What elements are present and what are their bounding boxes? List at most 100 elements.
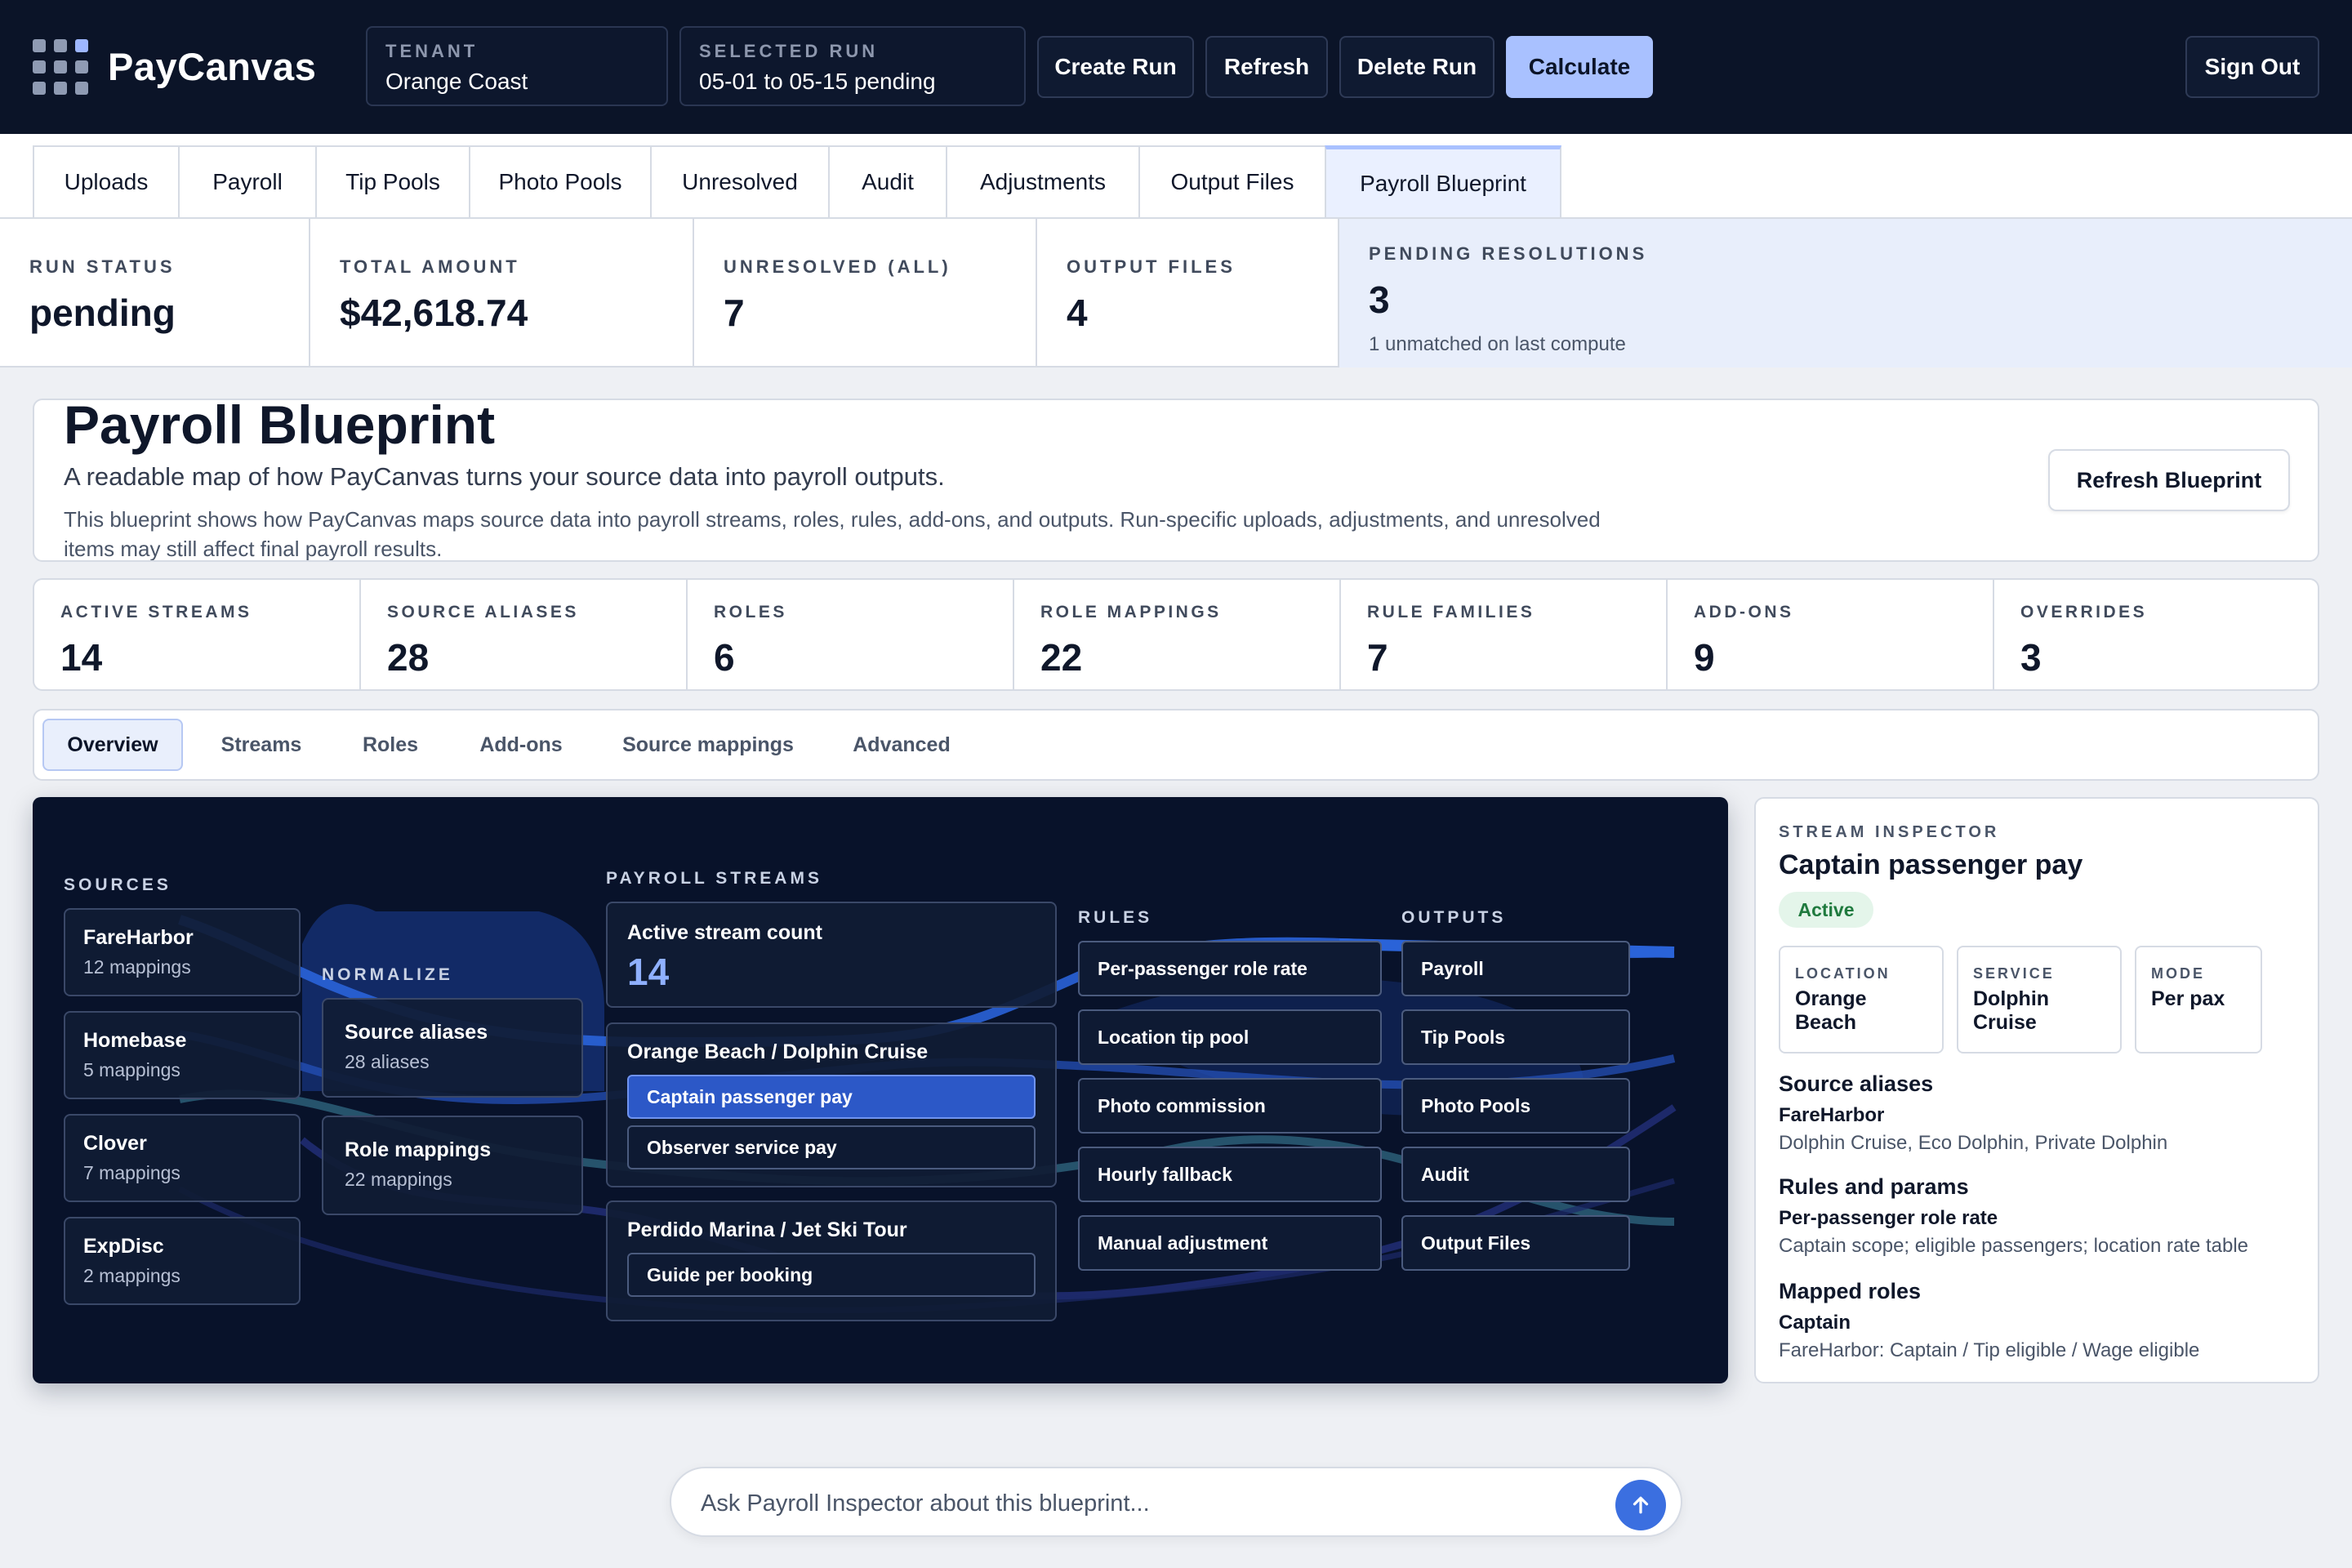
calculate-button[interactable]: Calculate: [1506, 36, 1653, 98]
stat-value: $42,618.74: [340, 292, 528, 334]
payroll-streams-header: PAYROLL STREAMS: [606, 869, 822, 888]
rule-location-tip-pool[interactable]: Location tip pool: [1078, 1009, 1382, 1065]
stream-item-captain-passenger-pay[interactable]: Captain passenger pay: [627, 1075, 1036, 1119]
normalize-node-role-mappings[interactable]: Role mappings 22 mappings: [322, 1116, 583, 1215]
page-description: This blueprint shows how PayCanvas maps …: [64, 507, 1601, 560]
refresh-blueprint-button[interactable]: Refresh Blueprint: [2048, 449, 2290, 511]
metric-value: 28: [387, 636, 430, 679]
ask-inspector-input[interactable]: [701, 1483, 1583, 1524]
normalize-detail: 22 mappings: [345, 1169, 452, 1190]
output-tip-pools[interactable]: Tip Pools: [1401, 1009, 1630, 1065]
metric-label: ADD-ONS: [1694, 603, 1794, 621]
inspector-service-card: SERVICE Dolphin Cruise: [1957, 946, 2122, 1054]
send-button[interactable]: [1615, 1480, 1666, 1530]
rules-heading: Rules and params: [1779, 1174, 1969, 1199]
subtab-add-ons[interactable]: Add-ons: [462, 719, 580, 771]
stat-value: 4: [1067, 292, 1088, 334]
alias-source: FareHarbor: [1779, 1104, 1885, 1126]
source-node-clover[interactable]: Clover 7 mappings: [64, 1114, 301, 1202]
tab-unresolved[interactable]: Unresolved: [650, 145, 830, 217]
tab-audit[interactable]: Audit: [828, 145, 947, 217]
tenant-label: TENANT: [385, 41, 479, 61]
source-detail: 5 mappings: [83, 1059, 180, 1080]
stat-pending-resolutions[interactable]: PENDING RESOLUTIONS 3 1 unmatched on las…: [1339, 219, 2352, 368]
metric-value: 14: [60, 636, 103, 679]
rule-photo-commission[interactable]: Photo commission: [1078, 1078, 1382, 1134]
tab-uploads[interactable]: Uploads: [33, 145, 180, 217]
run-selector[interactable]: SELECTED RUN 05-01 to 05-15 pending: [679, 26, 1026, 106]
subtab-roles[interactable]: Roles: [343, 719, 438, 771]
normalize-name: Role mappings: [345, 1138, 492, 1161]
tab-photo-pools[interactable]: Photo Pools: [469, 145, 652, 217]
metric-active-streams: ACTIVE STREAMS 14: [34, 578, 361, 691]
source-node-homebase[interactable]: Homebase 5 mappings: [64, 1011, 301, 1099]
card-value: Per pax: [2151, 987, 2225, 1010]
source-detail: 12 mappings: [83, 956, 191, 978]
tab-payroll-blueprint[interactable]: Payroll Blueprint: [1325, 145, 1561, 217]
run-label: SELECTED RUN: [699, 41, 879, 61]
tab-adjustments[interactable]: Adjustments: [946, 145, 1140, 217]
stream-count-value: 14: [627, 951, 670, 993]
stat-label: PENDING RESOLUTIONS: [1369, 243, 1648, 264]
metric-value: 22: [1040, 636, 1083, 679]
stat-label: UNRESOLVED (ALL): [724, 256, 951, 277]
source-node-fareharbor[interactable]: FareHarbor 12 mappings: [64, 908, 301, 996]
stat-output-files: OUTPUT FILES 4: [1037, 219, 1339, 368]
metric-rule-families: RULE FAMILIES 7: [1341, 578, 1668, 691]
app-grid-icon[interactable]: [33, 39, 88, 95]
arrow-up-icon: [1633, 1496, 1649, 1514]
stat-label: TOTAL AMOUNT: [340, 256, 520, 277]
run-value: 05-01 to 05-15 pending: [699, 69, 936, 94]
metric-overrides: OVERRIDES 3: [1994, 578, 2318, 691]
refresh-button[interactable]: Refresh: [1205, 36, 1328, 98]
normalize-detail: 28 aliases: [345, 1051, 430, 1072]
source-detail: 2 mappings: [83, 1265, 180, 1286]
output-payroll[interactable]: Payroll: [1401, 941, 1630, 996]
role-detail: FareHarbor: Captain / Tip eligible / Wag…: [1779, 1339, 2200, 1361]
output-output-files[interactable]: Output Files: [1401, 1215, 1630, 1271]
output-audit[interactable]: Audit: [1401, 1147, 1630, 1202]
tab-output-files[interactable]: Output Files: [1138, 145, 1326, 217]
aliases-heading: Source aliases: [1779, 1071, 1934, 1096]
normalize-node-source-aliases[interactable]: Source aliases 28 aliases: [322, 998, 583, 1098]
stat-value: 7: [724, 292, 745, 334]
active-stream-count-card: Active stream count 14: [606, 902, 1057, 1008]
metric-label: ROLES: [714, 603, 787, 621]
metric-value: 6: [714, 636, 735, 679]
sign-out-button[interactable]: Sign Out: [2185, 36, 2319, 98]
subtab-streams[interactable]: Streams: [204, 719, 318, 771]
stream-item-guide-per-booking[interactable]: Guide per booking: [627, 1253, 1036, 1297]
source-node-expdisc[interactable]: ExpDisc 2 mappings: [64, 1217, 301, 1305]
card-key: MODE: [2151, 965, 2205, 982]
stat-subtext: 1 unmatched on last compute: [1369, 333, 1626, 355]
rule-manual-adjustment[interactable]: Manual adjustment: [1078, 1215, 1382, 1271]
rule-params: Captain scope; eligible passengers; loca…: [1779, 1235, 2249, 1257]
card-key: SERVICE: [1973, 965, 2055, 982]
card-value: Dolphin Cruise: [1973, 987, 2050, 1034]
metric-value: 9: [1694, 636, 1715, 679]
metric-add-ons: ADD-ONS 9: [1668, 578, 1994, 691]
stream-item-observer-service-pay[interactable]: Observer service pay: [627, 1125, 1036, 1169]
tenant-selector[interactable]: TENANT Orange Coast: [366, 26, 668, 106]
delete-run-button[interactable]: Delete Run: [1339, 36, 1494, 98]
metric-source-aliases: SOURCE ALIASES 28: [361, 578, 688, 691]
output-photo-pools[interactable]: Photo Pools: [1401, 1078, 1630, 1134]
tab-payroll[interactable]: Payroll: [178, 145, 317, 217]
page-title: Payroll Blueprint: [64, 394, 496, 455]
create-run-button[interactable]: Create Run: [1037, 36, 1194, 98]
metric-value: 7: [1367, 636, 1388, 679]
rule-hourly-fallback[interactable]: Hourly fallback: [1078, 1147, 1382, 1202]
stat-value: 3: [1369, 278, 1390, 321]
subtab-source-mappings[interactable]: Source mappings: [608, 719, 808, 771]
stat-unresolved: UNRESOLVED (ALL) 7: [694, 219, 1037, 368]
status-badge: Active: [1779, 892, 1873, 928]
normalize-header: NORMALIZE: [322, 965, 453, 984]
stat-total-amount: TOTAL AMOUNT $42,618.74: [310, 219, 694, 368]
card-key: LOCATION: [1795, 965, 1891, 982]
subtab-overview[interactable]: Overview: [42, 719, 183, 771]
metric-label: ROLE MAPPINGS: [1040, 603, 1222, 621]
rule-per-passenger-role-rate[interactable]: Per-passenger role rate: [1078, 941, 1382, 996]
subtab-advanced[interactable]: Advanced: [831, 719, 972, 771]
outputs-header: OUTPUTS: [1401, 908, 1507, 927]
tab-tip-pools[interactable]: Tip Pools: [315, 145, 470, 217]
